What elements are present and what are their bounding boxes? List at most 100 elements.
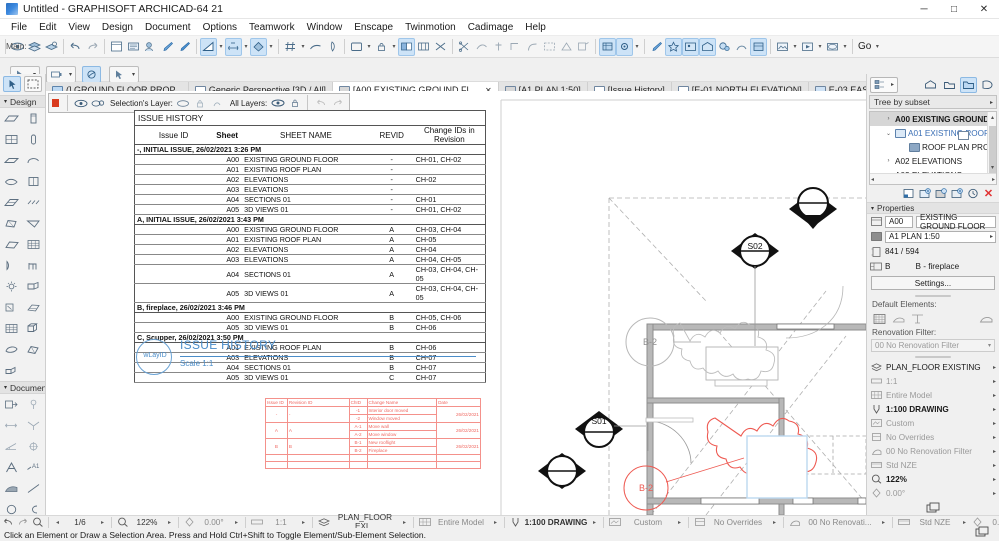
enscape-view-icon[interactable] <box>699 37 716 56</box>
intersect-icon[interactable] <box>507 38 524 56</box>
circle-tool-icon[interactable] <box>0 499 23 515</box>
enscape-assets-icon[interactable] <box>716 38 733 56</box>
table-row[interactable]: A02 ELEVATIONS A CH-04 <box>134 244 486 255</box>
toolbox-section-document[interactable]: ▾ Document <box>0 381 45 394</box>
lamp-icon[interactable] <box>0 276 23 297</box>
chevron-down-icon[interactable]: ▾ <box>242 38 250 56</box>
table-row[interactable]: A03 ELEVATIONS A CH-04, CH-05 <box>134 254 486 265</box>
tree-vertical-scrollbar[interactable]: ▴ ▾ <box>987 112 996 184</box>
chevron-right-icon[interactable]: ▸ <box>231 519 242 526</box>
chevron-down-icon[interactable]: ▾ <box>791 38 799 56</box>
master-layout-dropdown[interactable]: A1 PLAN 1:50 ▸ <box>885 230 996 243</box>
wall-icon[interactable] <box>23 108 46 129</box>
video-export-icon[interactable] <box>799 38 816 56</box>
grid-system-icon[interactable] <box>0 318 23 339</box>
curved-shell-icon[interactable] <box>0 339 23 360</box>
undo-icon[interactable] <box>67 38 84 56</box>
curtain-wall-icon[interactable] <box>0 129 23 150</box>
chevron-right-icon[interactable]: › <box>884 158 893 164</box>
view-map-icon[interactable] <box>941 77 958 93</box>
door-icon[interactable] <box>23 150 46 171</box>
selection-layer-eye-icon[interactable] <box>175 95 192 111</box>
publisher-icon[interactable] <box>125 38 142 56</box>
minimize-button[interactable]: ─ <box>909 0 939 19</box>
selection-layer-lock2-icon[interactable] <box>209 95 226 111</box>
wall-icon[interactable] <box>47 67 66 82</box>
chevron-down-icon[interactable]: ⌄ <box>884 130 893 137</box>
chevron-right-icon[interactable]: › <box>884 116 893 122</box>
revision-row[interactable]: - - -1 Interior door moved 26/02/2021 <box>265 406 481 423</box>
teamwork-icon[interactable] <box>142 38 159 56</box>
menu-help[interactable]: Help <box>519 21 552 34</box>
qs-scale[interactable]: 1:1 ▸ <box>867 374 999 388</box>
complex-shape-icon[interactable] <box>23 339 46 360</box>
line-tool-icon[interactable] <box>23 478 46 499</box>
window-icon[interactable] <box>0 171 23 192</box>
undo-icon[interactable] <box>0 516 15 528</box>
chevron-down-icon[interactable]: ▾ <box>390 38 398 56</box>
revision-row[interactable]: A A A-1 Move wall 26/02/2021 <box>265 422 481 439</box>
zoom-icon[interactable] <box>30 516 45 528</box>
fill-tool-icon[interactable] <box>0 478 23 499</box>
interior-elevation-icon[interactable] <box>0 415 23 436</box>
wall-tool-group[interactable]: ▾ <box>46 66 76 83</box>
chevron-right-icon[interactable]: ▸ <box>878 519 889 526</box>
chevron-right-icon[interactable]: ▸ <box>993 406 996 413</box>
renovation-icon[interactable] <box>787 516 802 528</box>
slab-icon[interactable] <box>0 108 23 129</box>
tree-item-a01-existing-roof-plan[interactable]: ⌄ A01 EXISTING ROOF PLAN <box>870 126 996 140</box>
object-icon[interactable] <box>23 276 46 297</box>
structure-icon[interactable] <box>417 516 432 528</box>
menu-view[interactable]: View <box>62 21 96 34</box>
elevation-tool-icon[interactable] <box>23 394 46 415</box>
shell-icon[interactable] <box>23 192 46 213</box>
arrow-icon[interactable] <box>3 76 21 92</box>
extrude-icon[interactable] <box>0 360 23 381</box>
organizer-icon[interactable] <box>975 526 989 540</box>
grid-element-icon[interactable] <box>23 234 46 255</box>
prev-page-icon[interactable]: ◂ <box>52 519 63 526</box>
orientation-icon[interactable] <box>182 516 197 528</box>
layer-undo-icon[interactable] <box>312 95 329 111</box>
layout-id-field[interactable]: A00 <box>885 215 913 228</box>
enscape-render-icon[interactable] <box>682 37 699 56</box>
arc-tool-icon[interactable] <box>23 499 46 515</box>
3d-window-icon[interactable] <box>348 38 365 56</box>
worksheet-icon[interactable] <box>23 415 46 436</box>
settings-gear-icon[interactable] <box>616 37 633 56</box>
menu-edit[interactable]: Edit <box>33 21 62 34</box>
chevron-down-icon[interactable]: ▾ <box>129 67 138 82</box>
go-label[interactable]: Go <box>856 41 873 52</box>
revision-schedule-table[interactable]: Issue ID Revision ID ChID Change Name Da… <box>265 398 481 469</box>
layout-book-icon[interactable] <box>960 76 977 93</box>
existing-filter-icon[interactable] <box>415 38 432 56</box>
qs-pen-set[interactable]: 1:100 DRAWING ▸ <box>867 402 999 416</box>
morph-icon[interactable] <box>0 213 23 234</box>
project-map-icon[interactable] <box>922 77 939 93</box>
qs-graphic-override[interactable]: No Overrides ▸ <box>867 430 999 444</box>
chevron-right-icon[interactable]: ▸ <box>888 78 897 92</box>
label-tool-icon[interactable]: A1 <box>23 457 46 478</box>
new-master-icon[interactable] <box>934 187 947 200</box>
magic-wand-tool[interactable] <box>82 66 101 83</box>
revision-row-empty[interactable] <box>265 454 481 462</box>
lock-icon[interactable] <box>373 38 390 56</box>
chevron-down-icon[interactable]: ▾ <box>873 38 881 56</box>
scale-icon[interactable] <box>249 516 264 528</box>
revision-row-empty[interactable] <box>265 461 481 469</box>
selection-layer-lock-icon[interactable] <box>192 95 209 111</box>
layer-settings-icon[interactable] <box>43 38 60 56</box>
zone-icon[interactable] <box>0 234 23 255</box>
qs-renovation-filter[interactable]: 00 No Renovation Filter ▸ <box>867 444 999 458</box>
element-settings-icon[interactable] <box>599 37 616 56</box>
box-3d-icon[interactable] <box>23 318 46 339</box>
chevron-right-icon[interactable]: ▸ <box>993 364 996 371</box>
chevron-down-icon[interactable]: ▾ <box>267 38 275 56</box>
menu-enscape[interactable]: Enscape <box>348 21 399 34</box>
qs-dimension-style[interactable]: Std NZE ▸ <box>867 458 999 472</box>
delete-icon[interactable]: ✕ <box>982 187 995 200</box>
demolish-icon[interactable] <box>432 38 449 56</box>
chevron-right-icon[interactable]: ▸ <box>164 519 175 526</box>
default-dimension-icon[interactable] <box>910 312 925 326</box>
new-subset-icon[interactable] <box>918 187 931 200</box>
